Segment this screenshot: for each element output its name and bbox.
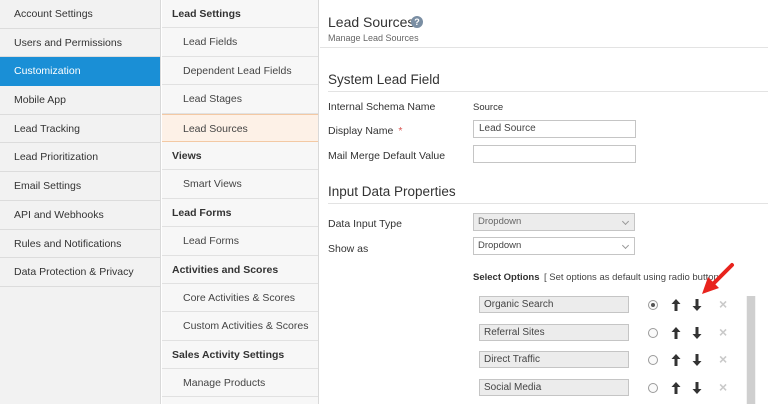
- option-value-field[interactable]: Referral Sites: [479, 324, 629, 341]
- sidebar-item-mobile-app[interactable]: Mobile App: [0, 86, 160, 115]
- show-as-label: Show as: [328, 243, 369, 255]
- sidebar-item-users-and-permissions[interactable]: Users and Permissions: [0, 29, 160, 58]
- section-title-system-lead-field: System Lead Field: [328, 72, 440, 87]
- submenu-item-manage-products[interactable]: Manage Products: [162, 369, 318, 398]
- submenu-item-lead-fields[interactable]: Lead Fields: [162, 28, 318, 57]
- customization-submenu: Lead Settings Lead Fields Dependent Lead F…: [162, 0, 319, 404]
- move-down-icon[interactable]: [690, 298, 704, 312]
- sidebar-item-rules-and-notifications[interactable]: Rules and Notifications: [0, 230, 160, 259]
- remove-option-icon[interactable]: ×: [719, 297, 727, 311]
- display-name-label-text: Display Name: [328, 125, 394, 137]
- option-value-field[interactable]: Direct Traffic: [479, 351, 629, 368]
- submenu-header-lead-settings: Lead Settings: [162, 0, 318, 29]
- schema-name-label: Internal Schema Name: [328, 101, 436, 113]
- move-up-icon[interactable]: [669, 381, 683, 395]
- schema-name-value: Source: [473, 102, 504, 113]
- data-input-type-select: Dropdown: [473, 213, 635, 231]
- submenu-item-core-activities-scores[interactable]: Core Activities & Scores: [162, 284, 318, 313]
- move-down-icon[interactable]: [690, 381, 704, 395]
- move-down-icon[interactable]: [690, 326, 704, 340]
- option-default-radio[interactable]: [648, 300, 658, 310]
- submenu-header-lead-forms: Lead Forms: [162, 199, 318, 228]
- chevron-down-icon: [621, 241, 630, 250]
- show-as-value: Dropdown: [478, 240, 522, 251]
- submenu-item-dependent-lead-fields[interactable]: Dependent Lead Fields: [162, 57, 318, 86]
- option-value-field[interactable]: Organic Search: [479, 296, 629, 313]
- select-options-label: Select Options: [473, 272, 540, 283]
- sidebar-item-customization[interactable]: Customization: [0, 57, 160, 87]
- submenu-header-sales-activity-settings: Sales Activity Settings: [162, 341, 318, 370]
- submenu-item-lead-forms[interactable]: Lead Forms: [162, 227, 318, 256]
- display-name-label: Display Name *: [328, 125, 402, 137]
- display-name-input[interactable]: Lead Source: [473, 120, 636, 138]
- submenu-item-smart-views[interactable]: Smart Views: [162, 170, 318, 199]
- mail-merge-input[interactable]: [473, 145, 636, 163]
- remove-option-icon[interactable]: ×: [719, 380, 727, 394]
- submenu-item-lead-sources[interactable]: Lead Sources: [162, 113, 318, 142]
- required-indicator: *: [398, 125, 403, 137]
- move-up-icon[interactable]: [669, 353, 683, 367]
- annotation-arrow-icon: [702, 263, 734, 294]
- section-title-input-data-properties: Input Data Properties: [328, 184, 456, 199]
- sidebar-item-lead-prioritization[interactable]: Lead Prioritization: [0, 143, 160, 173]
- page-subtitle: Manage Lead Sources: [328, 33, 419, 43]
- show-as-select[interactable]: Dropdown: [473, 237, 635, 255]
- move-up-icon[interactable]: [669, 326, 683, 340]
- option-default-radio[interactable]: [648, 355, 658, 365]
- settings-sidebar: Account Settings Users and Permissions Cus…: [0, 0, 161, 404]
- section-divider: [328, 91, 768, 92]
- scrollbar[interactable]: [746, 296, 756, 404]
- option-default-radio[interactable]: [648, 383, 658, 393]
- data-input-type-value: Dropdown: [478, 216, 522, 227]
- submenu-item-custom-activities-scores[interactable]: Custom Activities & Scores: [162, 312, 318, 341]
- remove-option-icon[interactable]: ×: [719, 325, 727, 339]
- sidebar-item-email-settings[interactable]: Email Settings: [0, 172, 160, 201]
- sidebar-item-api-and-webhooks[interactable]: API and Webhooks: [0, 201, 160, 230]
- submenu-header-activities-and-scores: Activities and Scores: [162, 256, 318, 284]
- section-divider: [328, 203, 768, 204]
- submenu-header-views: Views: [162, 142, 318, 171]
- remove-option-icon[interactable]: ×: [719, 352, 727, 366]
- sidebar-item-lead-tracking[interactable]: Lead Tracking: [0, 115, 160, 144]
- submenu-item-lead-stages[interactable]: Lead Stages: [162, 85, 318, 114]
- scrollbar-thumb[interactable]: [747, 296, 755, 404]
- help-icon[interactable]: ?: [411, 16, 423, 28]
- mail-merge-label: Mail Merge Default Value: [328, 150, 446, 162]
- select-options-hint: [ Set options as default using radio but…: [544, 272, 719, 283]
- main-panel: Lead Sources ? Manage Lead Sources Syste…: [320, 0, 768, 404]
- move-down-icon[interactable]: [690, 353, 704, 367]
- option-default-radio[interactable]: [648, 328, 658, 338]
- header-divider: [320, 47, 768, 48]
- sidebar-item-data-protection-privacy[interactable]: Data Protection & Privacy: [0, 258, 160, 287]
- chevron-down-icon: [621, 217, 630, 226]
- sidebar-item-account-settings[interactable]: Account Settings: [0, 0, 160, 29]
- option-value-field[interactable]: Social Media: [479, 379, 629, 396]
- page-title: Lead Sources: [328, 14, 415, 30]
- data-input-type-label: Data Input Type: [328, 218, 402, 230]
- move-up-icon[interactable]: [669, 298, 683, 312]
